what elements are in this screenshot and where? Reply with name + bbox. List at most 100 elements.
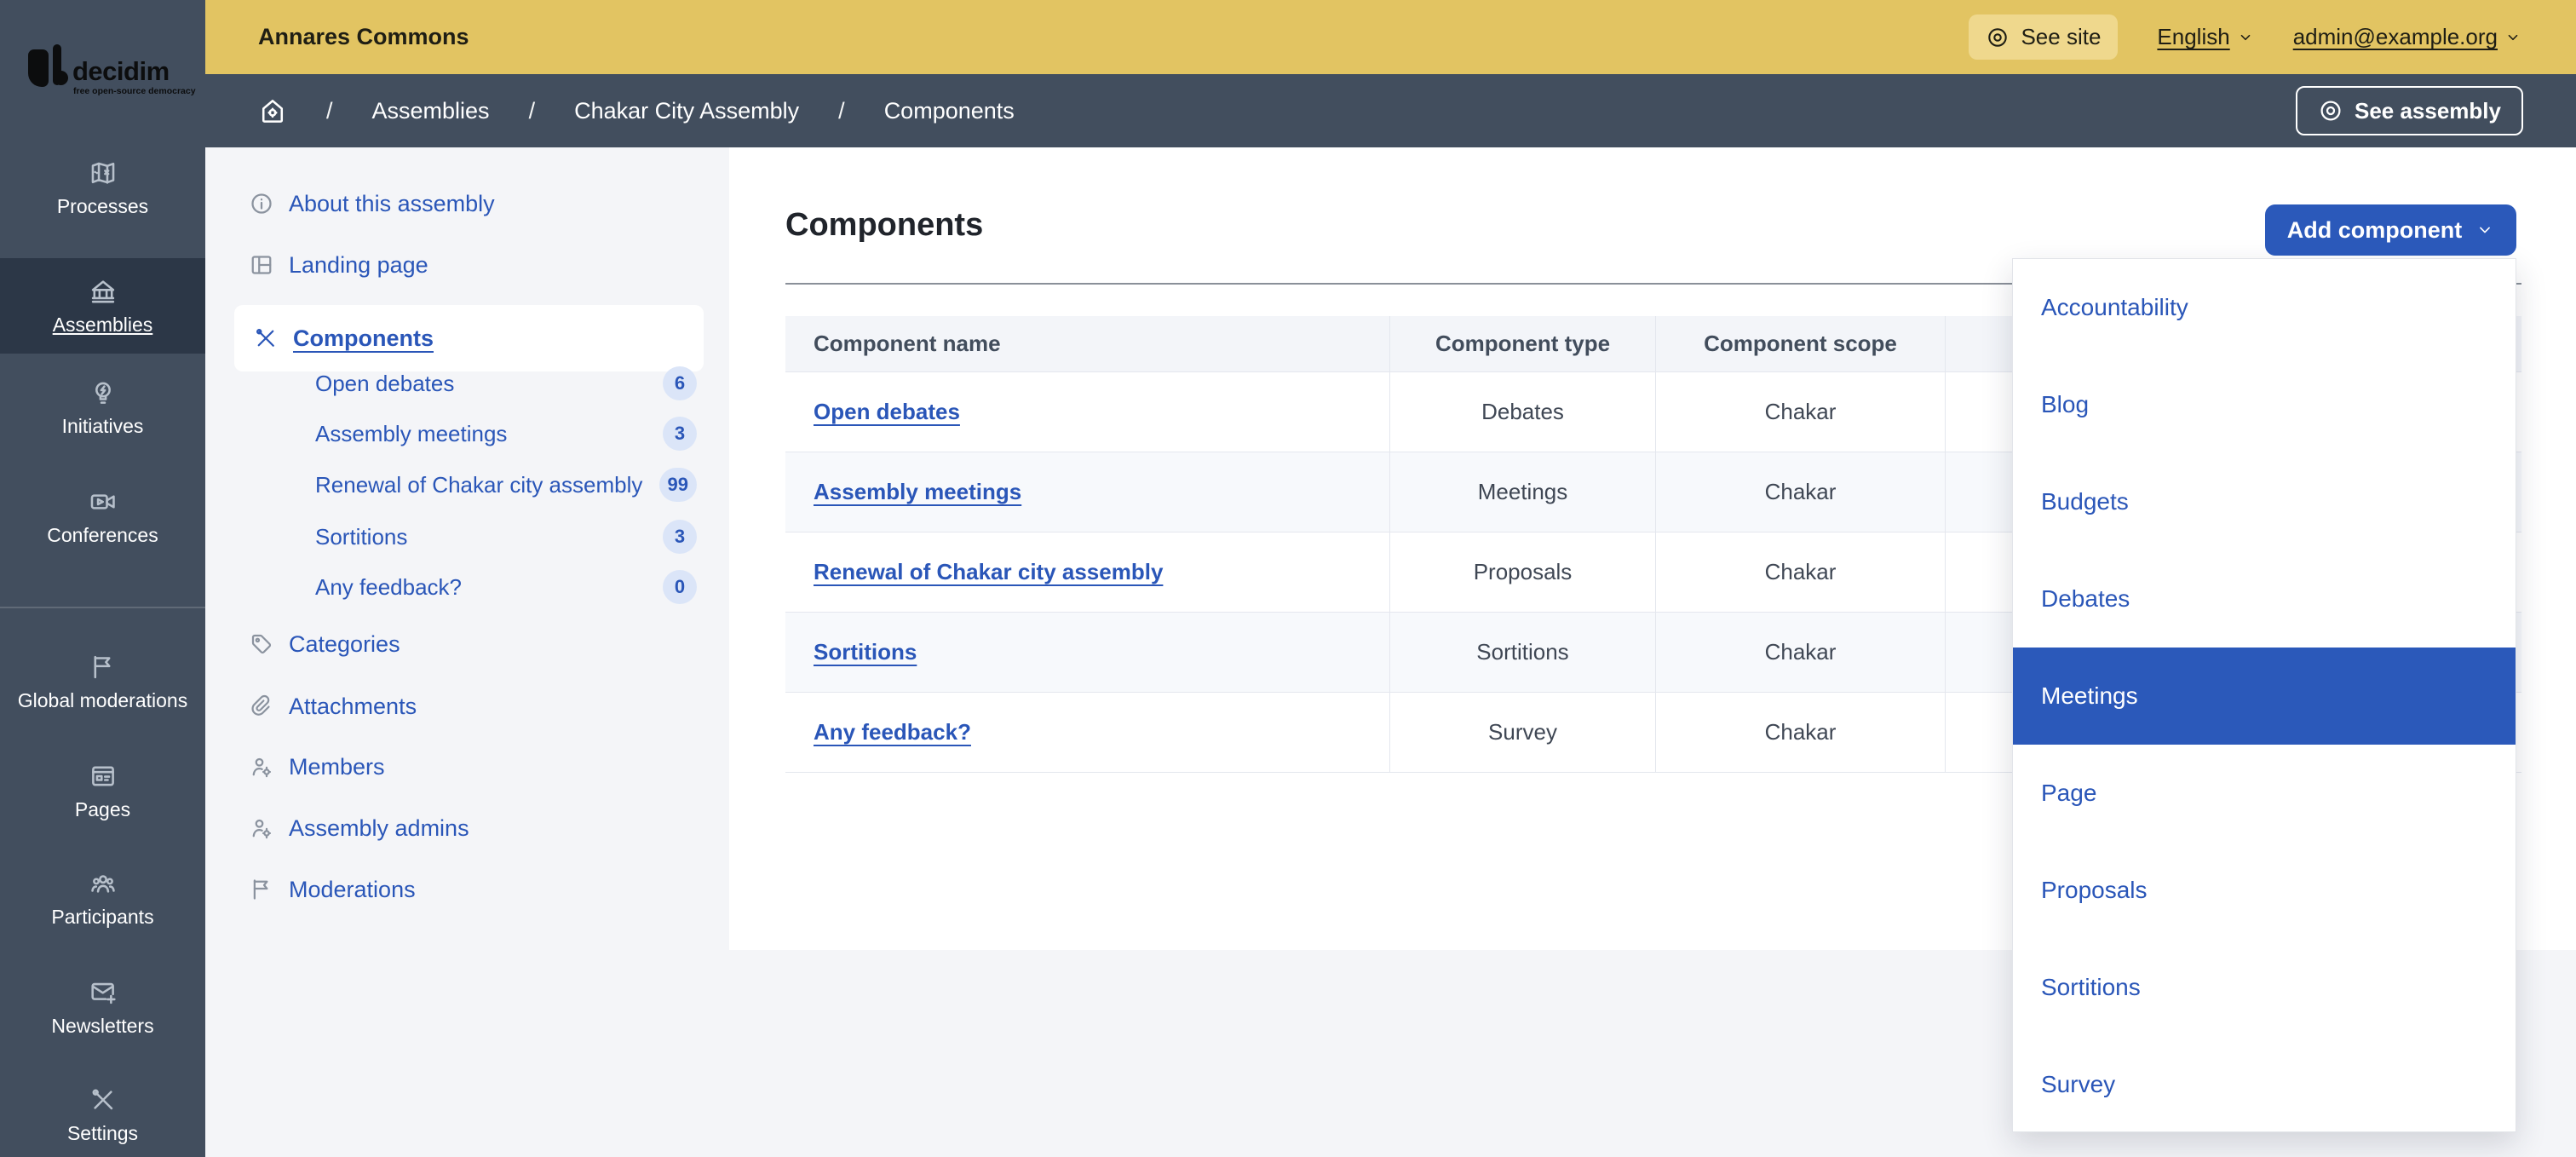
- decidim-admin-app: decidim free open-source democracy Proce…: [0, 0, 2576, 1157]
- component-nav-sortitions[interactable]: Sortitions 3: [315, 518, 697, 555]
- component-link-open-debates[interactable]: Open debates: [814, 399, 960, 425]
- see-site-button[interactable]: See site: [1969, 14, 2119, 60]
- logo-bar: [28, 49, 49, 87]
- dropdown-item-blog[interactable]: Blog: [2013, 356, 2516, 453]
- logo-brand-text: decidim: [72, 56, 170, 86]
- component-nav-label: Any feedback?: [315, 573, 463, 600]
- sidebar-item-conferences[interactable]: Conferences: [0, 487, 205, 566]
- component-nav-label: Renewal of Chakar city assembly: [315, 471, 643, 498]
- tag-icon: [251, 634, 272, 654]
- flag-icon: [253, 879, 268, 900]
- chevron-down-icon: [2480, 227, 2491, 233]
- menu-item-label: Moderations: [289, 876, 416, 902]
- component-scope-cell: Chakar: [1656, 693, 1946, 772]
- user-menu[interactable]: admin@example.org: [2293, 24, 2521, 50]
- component-nav-label: Open debates: [315, 370, 455, 396]
- mail-plus-icon: [90, 982, 116, 1004]
- sidebar-item-assemblies[interactable]: Assemblies: [0, 258, 205, 354]
- dropdown-item-sortitions[interactable]: Sortitions: [2013, 939, 2516, 1036]
- column-header-component-type: Component type: [1390, 316, 1656, 371]
- component-link-sortitions[interactable]: Sortitions: [814, 639, 917, 665]
- menu-item-attachments[interactable]: Attachments: [249, 688, 417, 725]
- menu-item-label: Components: [293, 325, 434, 351]
- dropdown-item-accountability[interactable]: Accountability: [2013, 259, 2516, 356]
- language-menu[interactable]: English: [2157, 24, 2253, 50]
- main-sidebar: decidim free open-source democracy Proce…: [0, 0, 205, 1157]
- menu-item-landing-page[interactable]: Landing page: [249, 246, 428, 284]
- user-gear-icon: [252, 819, 271, 839]
- component-count-badge: 99: [658, 468, 697, 502]
- breadcrumb-separator: /: [326, 97, 333, 124]
- component-count-badge: 6: [663, 366, 697, 400]
- sidebar-item-label: Settings: [66, 1122, 139, 1144]
- component-nav-assembly-meetings[interactable]: Assembly meetings 3: [315, 415, 697, 452]
- component-nav-any-feedback[interactable]: Any feedback? 0: [315, 568, 697, 606]
- menu-item-categories[interactable]: Categories: [249, 625, 400, 663]
- breadcrumb-components[interactable]: Components: [884, 98, 1015, 124]
- component-scope-cell: Chakar: [1656, 613, 1946, 692]
- add-component-button[interactable]: Add component: [2265, 204, 2516, 256]
- sidebar-item-pages[interactable]: Pages: [0, 762, 205, 840]
- menu-item-components-active[interactable]: Components: [234, 305, 704, 371]
- layout-grid-icon: [251, 256, 272, 274]
- dropdown-item-page[interactable]: Page: [2013, 745, 2516, 842]
- tools-icon: [92, 1089, 112, 1110]
- breadcrumb-chakar-city-assembly[interactable]: Chakar City Assembly: [574, 98, 799, 124]
- dropdown-item-budgets[interactable]: Budgets: [2013, 453, 2516, 550]
- menu-item-moderations[interactable]: Moderations: [249, 871, 416, 908]
- sidebar-item-settings[interactable]: Settings: [0, 1085, 205, 1157]
- target-circle-icon: [1988, 27, 2008, 47]
- component-nav-open-debates[interactable]: Open debates 6: [315, 365, 697, 402]
- see-assembly-button[interactable]: See assembly: [2295, 86, 2523, 135]
- see-assembly-label: See assembly: [2354, 97, 2501, 124]
- info-icon: [251, 193, 272, 214]
- decidim-logo[interactable]: decidim free open-source democracy: [28, 44, 196, 104]
- menu-item-label: Landing page: [289, 251, 428, 278]
- dropdown-item-meetings[interactable]: Meetings: [2013, 648, 2516, 745]
- component-type-cell: Debates: [1390, 372, 1656, 452]
- add-component-label: Add component: [2286, 216, 2463, 243]
- menu-item-label: Attachments: [289, 693, 417, 719]
- target-circle-icon: [2320, 101, 2341, 121]
- component-link-renewal[interactable]: Renewal of Chakar city assembly: [814, 559, 1163, 585]
- sidebar-item-label: Assemblies: [52, 314, 153, 336]
- menu-item-assembly-admins[interactable]: Assembly admins: [249, 809, 469, 847]
- component-link-assembly-meetings[interactable]: Assembly meetings: [814, 479, 1021, 505]
- sidebar-item-newsletters[interactable]: Newsletters: [0, 978, 205, 1056]
- home-icon[interactable]: [258, 96, 287, 125]
- top-bar-actions: See site English admin@example.org: [1969, 0, 2521, 74]
- component-type-cell: Sortitions: [1390, 613, 1656, 692]
- menu-item-members[interactable]: Members: [249, 748, 385, 786]
- user-email: admin@example.org: [2292, 24, 2498, 49]
- sidebar-item-label: Global moderations: [17, 689, 188, 711]
- newspaper-icon: [91, 766, 114, 786]
- component-count-badge: 3: [663, 417, 697, 451]
- menu-item-label: Assembly admins: [289, 815, 469, 841]
- map-icon: [91, 162, 114, 184]
- bank-icon: [91, 280, 114, 303]
- menu-item-about-assembly[interactable]: About this assembly: [249, 185, 495, 222]
- menu-item-label: About this assembly: [289, 190, 495, 216]
- breadcrumb-separator: /: [838, 97, 845, 124]
- language-label: English: [2157, 24, 2230, 49]
- sidebar-item-processes[interactable]: Processes: [0, 158, 205, 237]
- logo-tagline: free open-source democracy: [73, 86, 196, 96]
- sidebar-item-label: Initiatives: [61, 415, 144, 437]
- dropdown-item-proposals[interactable]: Proposals: [2013, 842, 2516, 939]
- sidebar-item-initiatives[interactable]: Initiatives: [0, 378, 205, 457]
- sidebar-item-global-moderations[interactable]: Global moderations: [0, 653, 205, 731]
- video-icon: [90, 494, 115, 509]
- dropdown-item-debates[interactable]: Debates: [2013, 550, 2516, 648]
- breadcrumb-assemblies[interactable]: Assemblies: [372, 98, 490, 124]
- dropdown-item-survey[interactable]: Survey: [2013, 1036, 2516, 1133]
- component-nav-renewal[interactable]: Renewal of Chakar city assembly 99: [315, 466, 697, 504]
- component-link-any-feedback[interactable]: Any feedback?: [814, 719, 971, 745]
- menu-item-label: Members: [289, 753, 385, 780]
- breadcrumb-separator: /: [528, 97, 536, 124]
- component-type-cell: Meetings: [1390, 452, 1656, 532]
- sidebar-item-label: Participants: [51, 906, 154, 928]
- breadcrumb-bar: / Assemblies / Chakar City Assembly / Co…: [205, 74, 2576, 147]
- component-scope-cell: Chakar: [1656, 372, 1946, 452]
- sidebar-item-participants[interactable]: Participants: [0, 869, 205, 947]
- chevron-down-icon: [2240, 34, 2251, 40]
